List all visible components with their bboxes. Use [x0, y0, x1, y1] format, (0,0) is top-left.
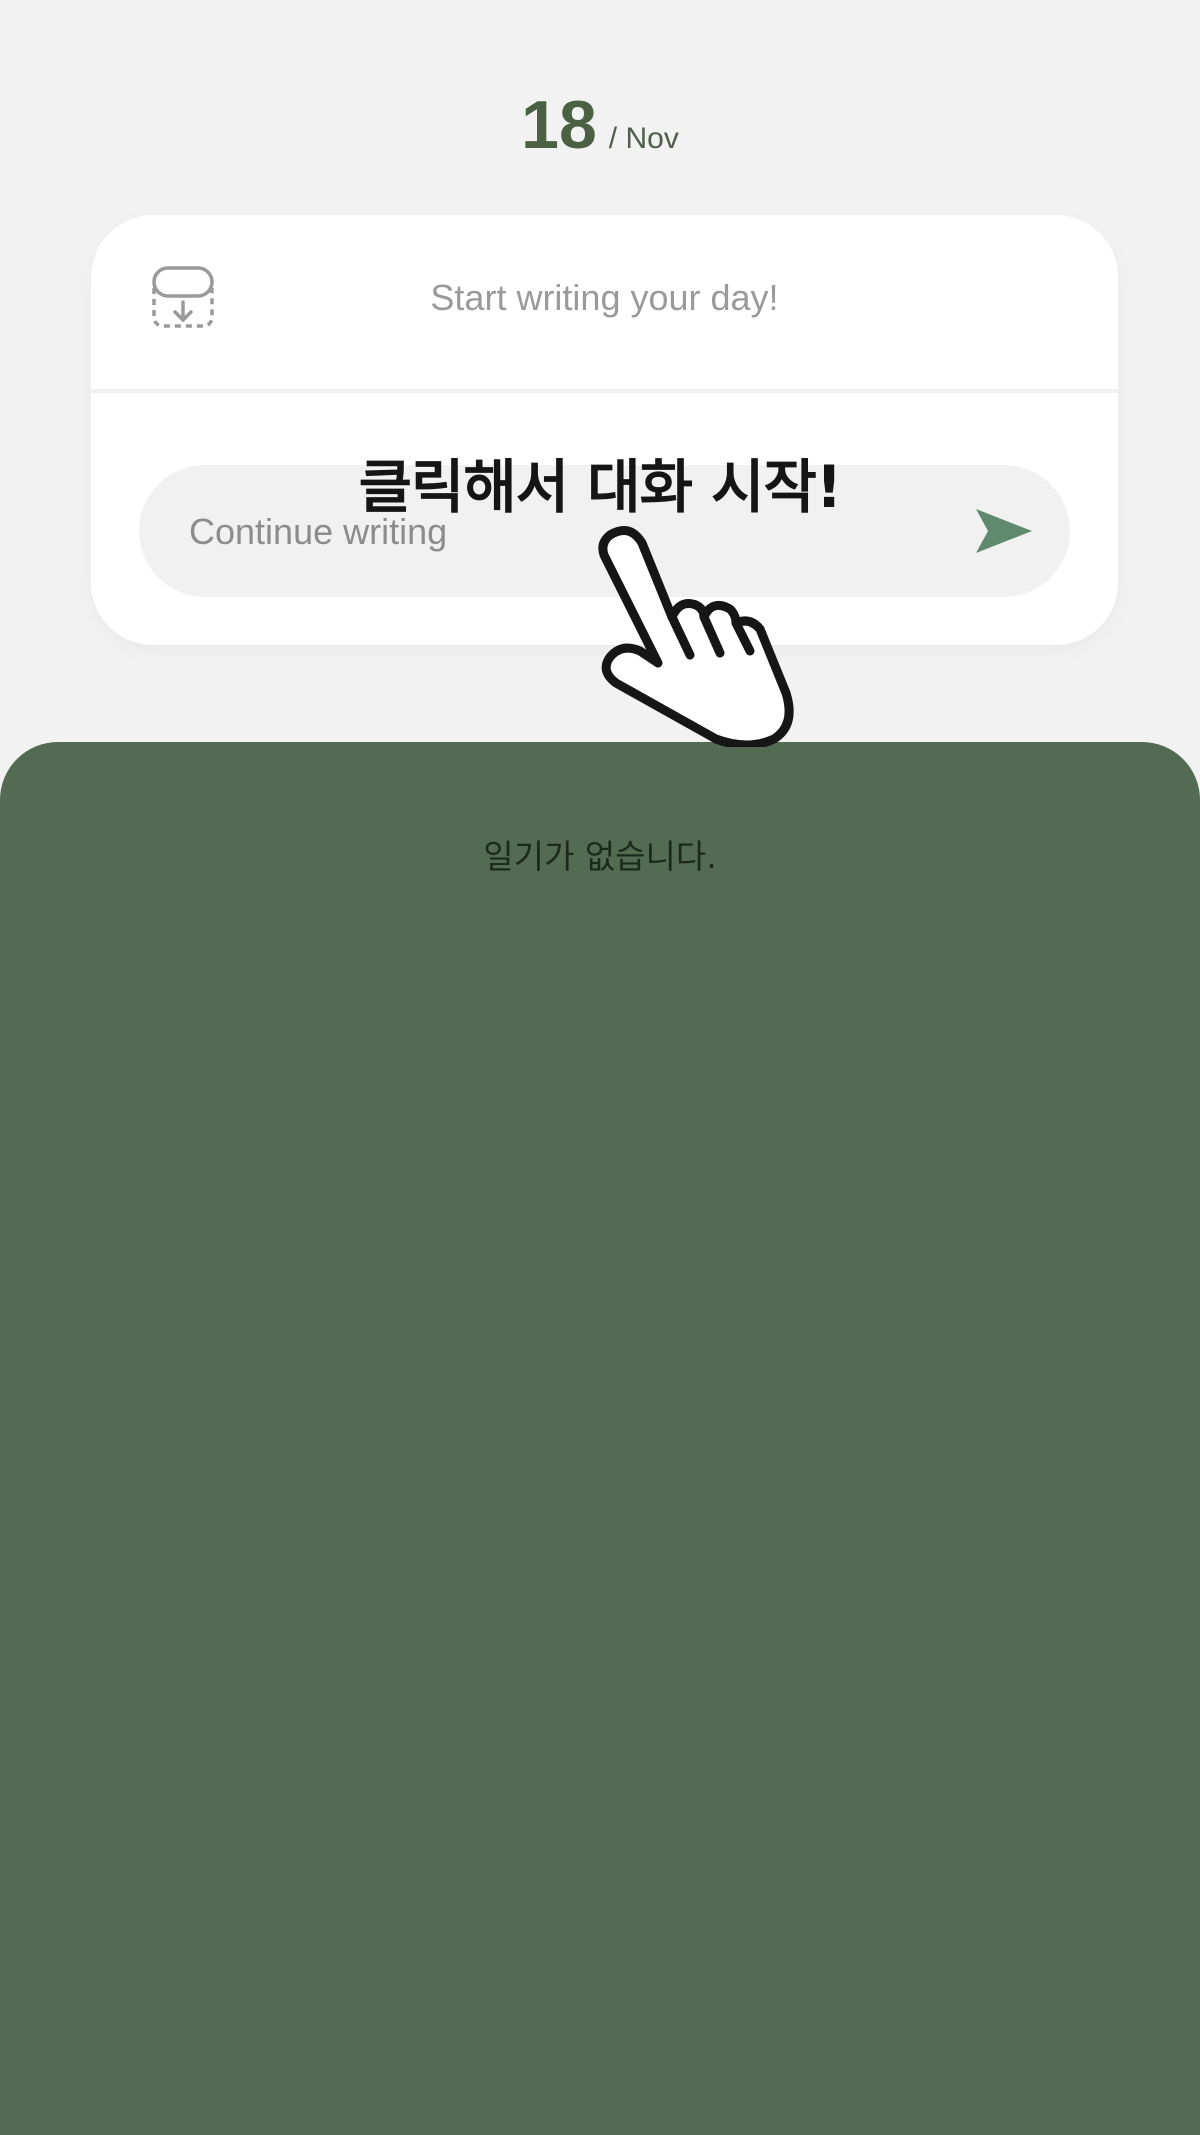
empty-diary-message: 일기가 없습니다. — [483, 837, 717, 876]
diary-list-panel: 일기가 없습니다. — [0, 742, 1200, 2135]
start-chat-caption: 클릭해서 대화 시작! — [358, 453, 843, 521]
write-card-header[interactable]: Start writing your day! — [91, 215, 1118, 389]
date-day: 18 — [521, 87, 597, 163]
write-prompt: Start writing your day! — [430, 277, 779, 318]
pointing-hand-icon — [596, 525, 796, 750]
date-header: 18 / Nov — [0, 86, 1200, 164]
card-divider — [91, 389, 1118, 393]
date-month: / Nov — [608, 122, 679, 155]
